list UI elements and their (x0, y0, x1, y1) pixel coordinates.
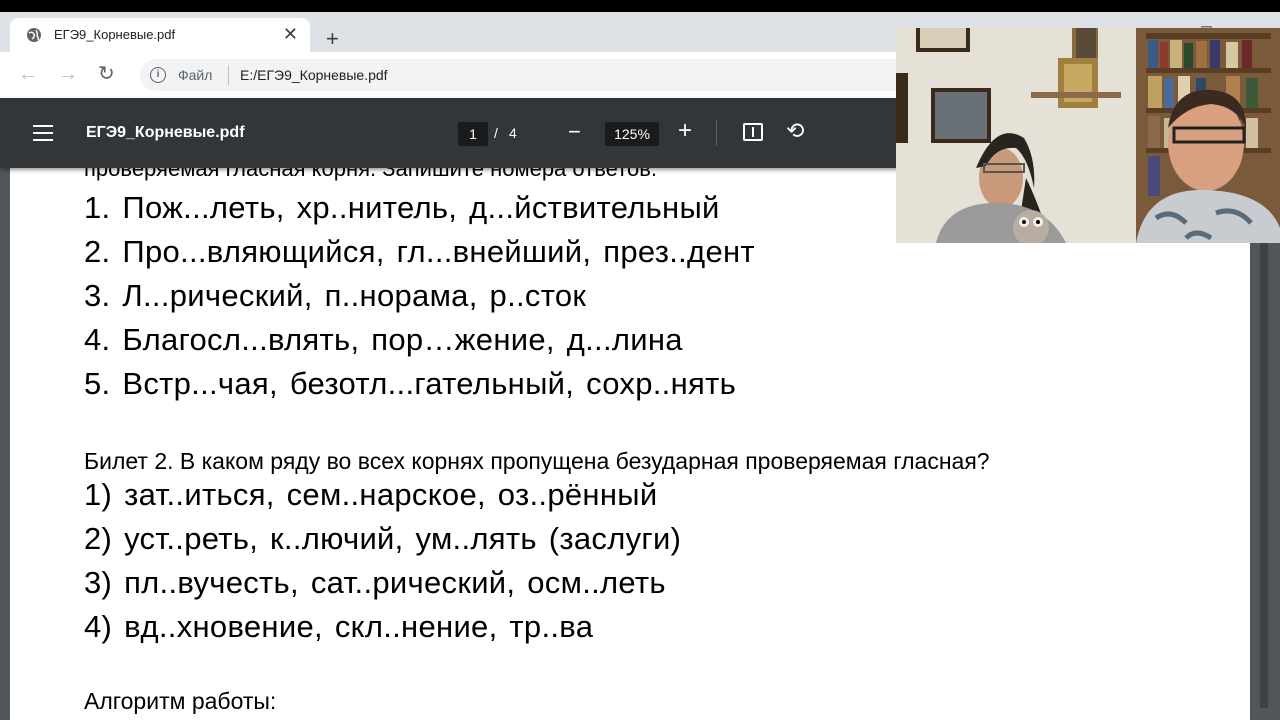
ticket1-item: 5. Встр...чая, безотл...гательный, сохр.… (84, 366, 737, 401)
ticket1-item: 4. Благосл...влять, пор…жение, д...лина (84, 322, 683, 357)
url-scheme: Файл (178, 67, 213, 83)
rotate-icon[interactable]: ⟲ (786, 118, 804, 144)
zoom-in-icon[interactable]: + (678, 118, 692, 144)
ticket2-item: 2) уст..реть, к..лючий, ум..лять (заслуг… (84, 521, 682, 556)
tab-title: ЕГЭ9_Корневые.pdf (54, 27, 176, 42)
ticket2-item: 1) зат..иться, сем..нарское, оз..рённый (84, 477, 658, 512)
ticket2-question: Билет 2. В каком ряду во всех корнях про… (84, 448, 990, 474)
pdf-title: ЕГЭ9_Корневые.pdf (86, 124, 245, 141)
zoom-input[interactable]: 125% (605, 122, 659, 146)
forward-icon[interactable]: → (58, 63, 78, 85)
ticket1-item: 1. Пож...леть, хр..нитель, д...йствитель… (84, 190, 720, 225)
scrollbar[interactable] (1250, 168, 1280, 720)
page-total: 4 (509, 125, 517, 141)
fit-page-icon[interactable] (743, 123, 763, 141)
close-icon[interactable]: ✕ (283, 24, 298, 44)
info-icon[interactable]: i (150, 67, 166, 83)
plus-icon[interactable]: + (326, 28, 339, 50)
webcam-overlay (896, 28, 1280, 243)
globe-icon (27, 28, 41, 42)
back-icon[interactable]: ← (18, 63, 38, 85)
page-number-input[interactable]: 1 (458, 122, 488, 146)
reload-icon[interactable]: ↻ (98, 63, 115, 85)
ticket1-item: 2. Про...вляющийся, гл...внейший, през..… (84, 234, 755, 269)
menu-icon[interactable] (33, 125, 53, 141)
ticket1-item: 3. Л...рический, п..норама, р..сток (84, 278, 587, 313)
screen: ЕГЭ9_Корневые.pdf ✕ + — ❐ ✕ ← → ↻ i Файл… (0, 0, 1280, 720)
page-separator: / (494, 125, 498, 141)
zoom-out-icon[interactable]: − (568, 120, 581, 144)
toolbar-divider (716, 120, 717, 146)
algorithm-heading: Алгоритм работы: (84, 688, 277, 714)
top-black-bar (0, 0, 1280, 12)
url-text[interactable]: E:/ЕГЭ9_Корневые.pdf (240, 67, 388, 83)
url-separator (228, 65, 229, 85)
ticket2-item: 3) пл..вучесть, сат..рический, осм..леть (84, 565, 666, 600)
ticket2-item: 4) вд..хновение, скл..нение, тр..ва (84, 609, 594, 644)
tab-pdf[interactable]: ЕГЭ9_Корневые.pdf ✕ (10, 18, 310, 52)
